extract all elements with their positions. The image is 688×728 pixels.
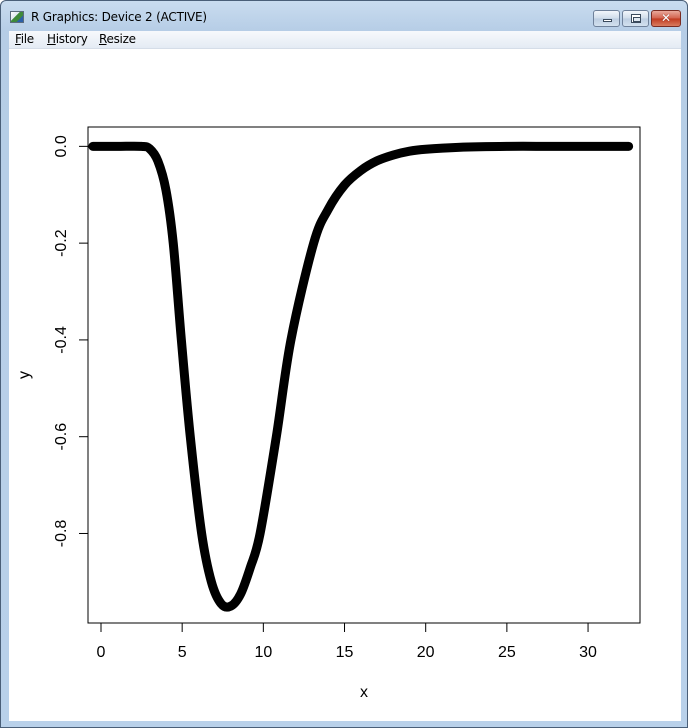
maximize-icon — [631, 14, 641, 23]
x-tick-label: 30 — [579, 644, 597, 661]
x-tick-label: 0 — [97, 644, 106, 661]
menu-file[interactable]: File — [15, 32, 34, 46]
close-button[interactable]: ✕ — [651, 10, 681, 27]
x-axis: 0 5 10 15 20 25 30 — [97, 623, 597, 661]
menu-bar: File History Resize — [9, 31, 681, 49]
minimize-button[interactable] — [593, 10, 620, 27]
x-tick-label: 5 — [178, 644, 187, 661]
menu-history[interactable]: History — [47, 32, 88, 46]
window-title: R Graphics: Device 2 (ACTIVE) — [31, 10, 207, 24]
minimize-icon — [603, 19, 612, 22]
y-tick-label: 0.0 — [53, 135, 70, 157]
y-axis: 0.0 -0.2 -0.4 -0.6 -0.8 — [53, 135, 88, 547]
title-bar[interactable]: R Graphics: Device 2 (ACTIVE) ✕ — [1, 1, 687, 31]
y-tick-label: -0.2 — [53, 229, 70, 257]
x-axis-label: x — [360, 684, 368, 701]
r-graphics-app-icon[interactable] — [10, 11, 24, 23]
close-icon: ✕ — [660, 11, 672, 25]
x-tick-label: 15 — [336, 644, 354, 661]
y-tick-label: -0.8 — [53, 520, 70, 548]
maximize-button[interactable] — [622, 10, 649, 27]
y-tick-label: -0.6 — [53, 423, 70, 451]
menu-history-accel: H — [47, 32, 56, 46]
y-tick-label: -0.4 — [53, 326, 70, 354]
r-graphics-window: R Graphics: Device 2 (ACTIVE) ✕ File His… — [0, 0, 688, 728]
line-chart: 0 5 10 15 20 25 30 0.0 -0.2 -0.4 -0.6 -0.8 x y — [16, 126, 641, 701]
menu-resize-accel: R — [99, 32, 107, 46]
series-line-y — [88, 141, 634, 612]
x-tick-label: 25 — [498, 644, 516, 661]
x-tick-label: 20 — [417, 644, 435, 661]
menu-resize-label: esize — [106, 32, 136, 46]
series-group — [88, 141, 634, 612]
y-axis-label: y — [16, 371, 33, 379]
x-tick-label: 10 — [254, 644, 272, 661]
graphics-device-canvas: 0 5 10 15 20 25 30 0.0 -0.2 -0.4 -0.6 -0.8 x y — [9, 49, 681, 721]
menu-file-label: ile — [20, 32, 34, 46]
menu-history-label: istory — [55, 32, 88, 46]
menu-resize[interactable]: Resize — [99, 32, 136, 46]
